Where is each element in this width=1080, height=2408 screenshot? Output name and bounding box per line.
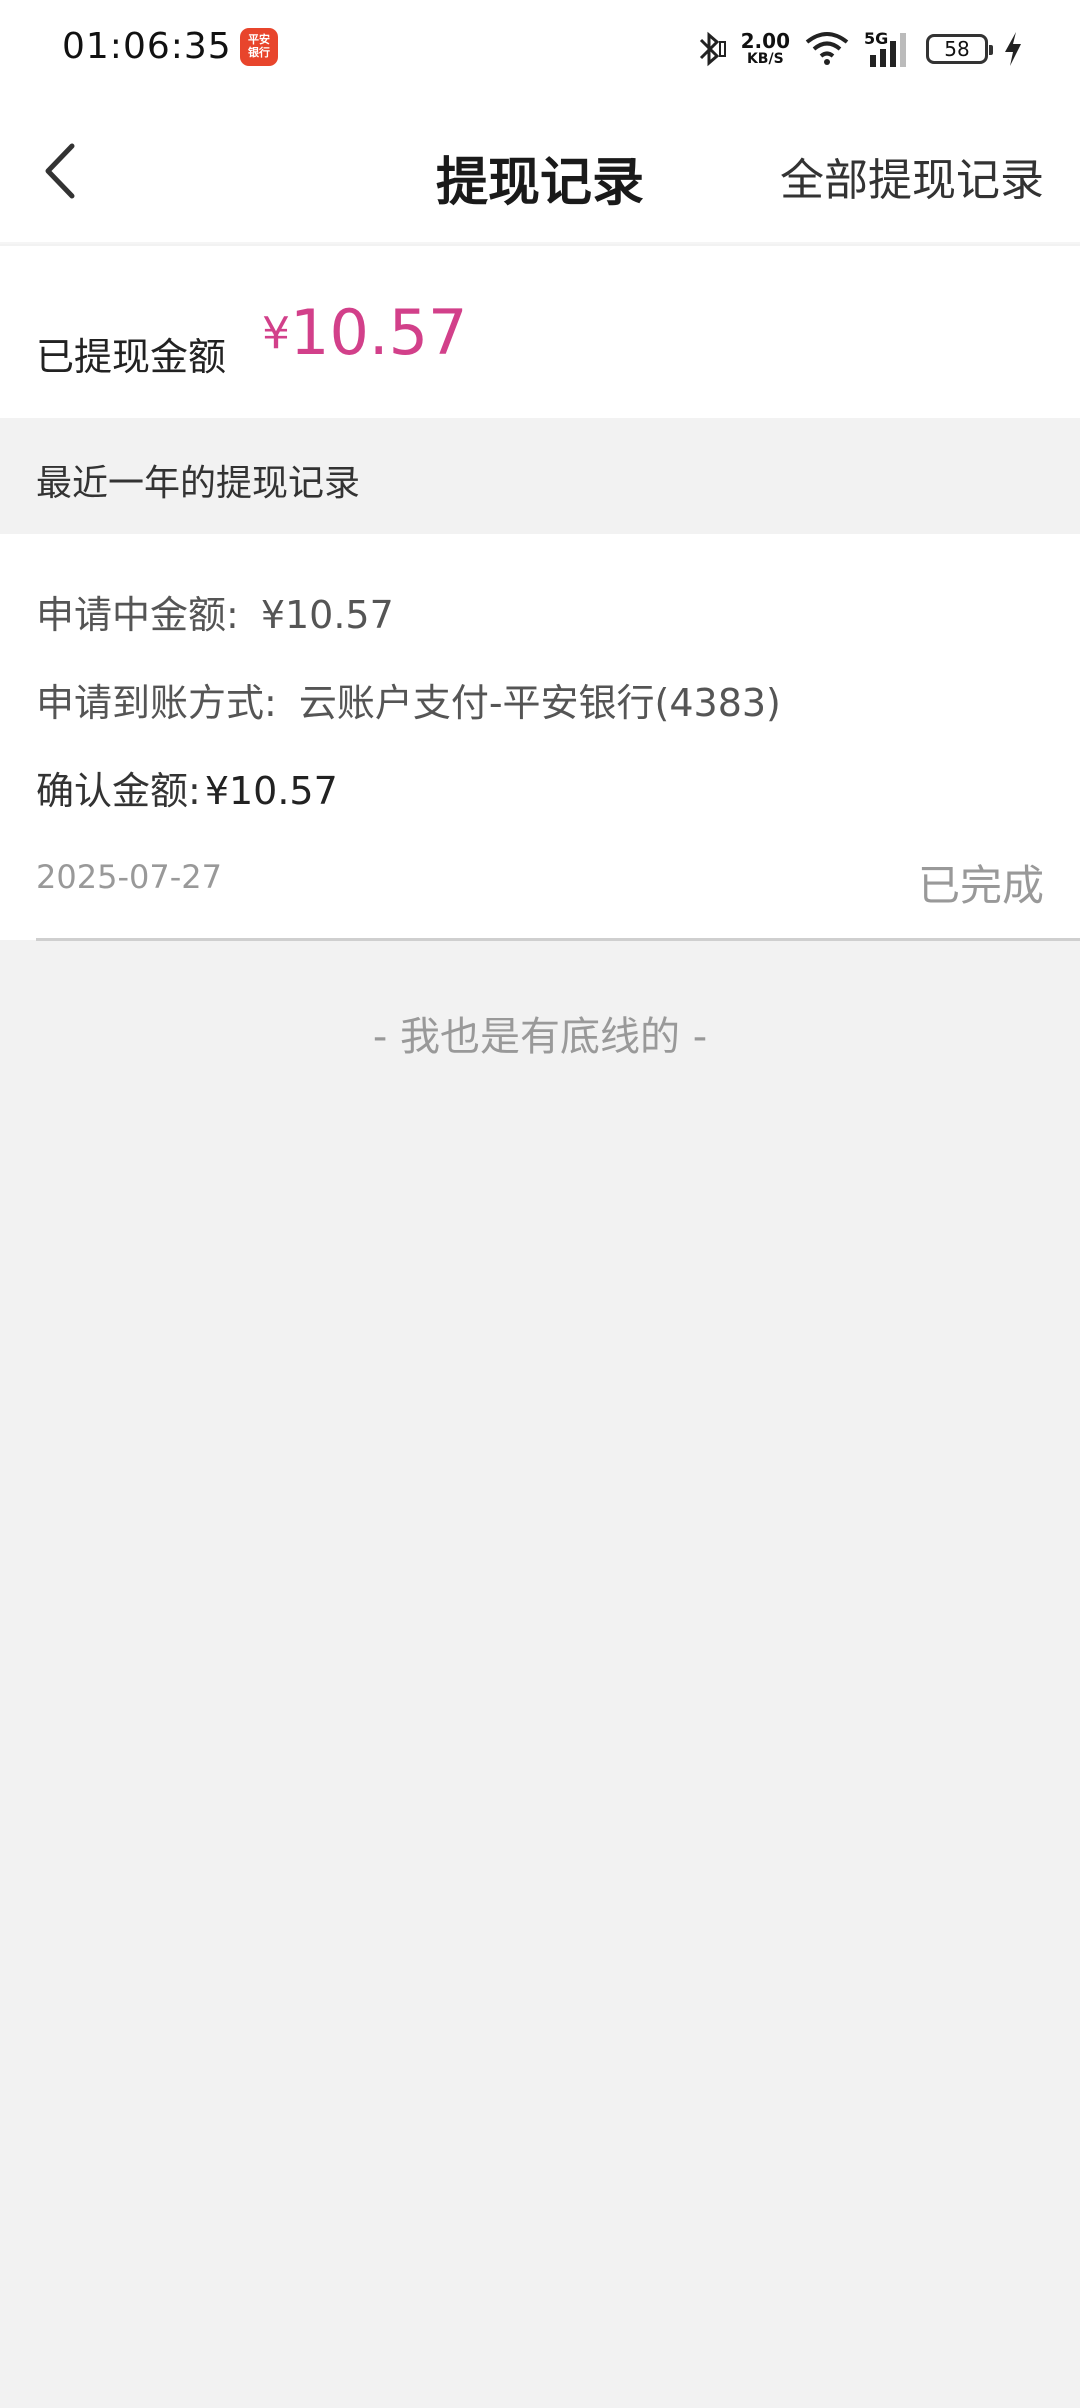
app-badge-line1: 平安 xyxy=(248,33,270,46)
app-badge-line2: 银行 xyxy=(248,46,270,59)
bank-app-notification-icon: 平安 银行 xyxy=(240,28,278,66)
section-title: 最近一年的提现记录 xyxy=(36,463,361,504)
battery-icon: 58 xyxy=(926,34,993,64)
withdrawal-record[interactable]: 申请中金额: ¥10.57 申请到账方式: 云账户支付-平安银行(4383) 确认金… xyxy=(0,534,1080,941)
applying-amount-value: ¥10.57 xyxy=(260,593,394,637)
applying-amount-row: 申请中金额: ¥10.57 xyxy=(36,584,394,639)
speed-unit: KB/S xyxy=(746,51,784,67)
bluetooth-icon xyxy=(699,31,726,67)
end-of-list-text: - 我也是有底线的 - xyxy=(372,1014,708,1060)
wifi-icon xyxy=(805,32,849,65)
payout-method-label: 申请到账方式: xyxy=(36,681,277,725)
withdrawn-summary: 已提现金额 ¥10.57 xyxy=(0,246,1080,418)
status-bar: 01:06:35 平安 银行 2.00 KB/S 5G 58 xyxy=(0,0,1080,100)
withdrawn-amount: ¥10.57 xyxy=(262,296,468,369)
payout-method-row: 申请到账方式: 云账户支付-平安银行(4383) xyxy=(36,672,781,727)
withdrawn-amount-label: 已提现金额 xyxy=(36,335,227,379)
network-speed: 2.00 KB/S xyxy=(741,31,790,67)
speed-value: 2.00 xyxy=(740,29,790,53)
status-icons: 2.00 KB/S 5G 58 xyxy=(693,24,1024,74)
withdrawn-amount-value: 10.57 xyxy=(290,296,468,369)
battery-level: 58 xyxy=(944,37,970,61)
page: 01:06:35 平安 银行 2.00 KB/S 5G 58 提现记录 全部提现… xyxy=(0,0,1080,2408)
confirmed-amount-label: 确认金额: xyxy=(36,769,201,813)
charging-icon xyxy=(1005,32,1021,66)
confirmed-amount-value: ¥10.57 xyxy=(204,769,338,813)
nav-bar: 提现记录 全部提现记录 xyxy=(0,100,1080,244)
applying-amount-label: 申请中金额: xyxy=(36,593,239,637)
payout-method-value: 云账户支付-平安银行(4383) xyxy=(298,681,781,725)
record-status: 已完成 xyxy=(917,861,1044,910)
confirmed-amount-row: 确认金额: ¥10.57 xyxy=(36,760,338,815)
status-time: 01:06:35 xyxy=(62,26,232,67)
section-header: 最近一年的提现记录 xyxy=(0,418,1080,534)
currency-symbol: ¥ xyxy=(262,308,290,359)
all-withdrawal-records-link[interactable]: 全部提现记录 xyxy=(780,144,1044,208)
record-date: 2025-07-27 xyxy=(36,858,222,896)
record-divider xyxy=(36,938,1080,941)
signal-icon: 5G xyxy=(864,29,912,69)
